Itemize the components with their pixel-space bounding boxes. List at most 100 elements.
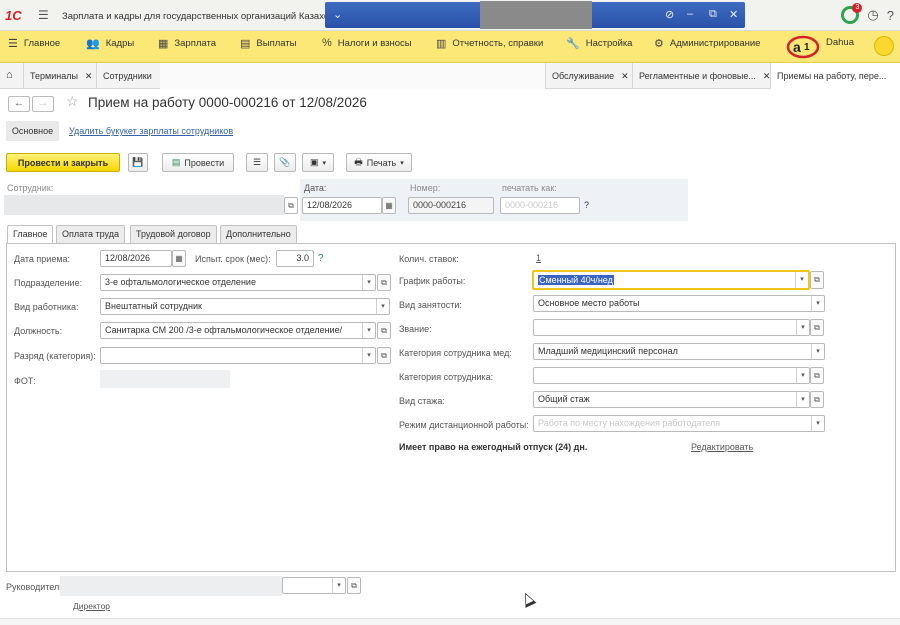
open-schedule-button[interactable]: ⧉: [810, 271, 824, 289]
restore-icon[interactable]: ⧉: [709, 8, 717, 21]
probation-value: 3.0: [296, 253, 309, 263]
chevron-down-icon[interactable]: ▾: [332, 578, 345, 593]
menu-item-salary[interactable]: ▦ Зарплата: [158, 37, 216, 50]
section-main[interactable]: Основное: [6, 121, 59, 141]
print-as-field[interactable]: 0000-000216: [500, 197, 580, 214]
tab-maintenance[interactable]: Обслуживание ✕: [545, 63, 632, 89]
chevron-down-icon[interactable]: ▾: [362, 323, 375, 338]
chevron-down-icon[interactable]: ▾: [811, 296, 824, 311]
tab-hirings[interactable]: Приемы на работу, пере...: [770, 63, 900, 89]
employee-field[interactable]: [4, 195, 284, 215]
link-icon[interactable]: ⊘: [665, 8, 674, 21]
close-icon[interactable]: ✕: [729, 8, 738, 21]
save-button[interactable]: 💾: [128, 153, 148, 172]
save-icon: 💾: [132, 157, 144, 167]
menu-item-admin[interactable]: ⚙ Администрирование: [654, 37, 760, 50]
manager-field[interactable]: ▾: [282, 577, 346, 594]
chevron-down-icon[interactable]: ▾: [362, 348, 375, 363]
minimize-icon[interactable]: –: [687, 8, 693, 20]
button-label: Провести и закрыть: [17, 157, 109, 168]
home-icon[interactable]: ⌂: [6, 69, 13, 81]
position-field[interactable]: Санитарка СМ 200 /3-е офтальмологическое…: [100, 322, 376, 339]
date-field[interactable]: 12/08/2026: [302, 197, 382, 214]
menu-item-payments[interactable]: ▤ Выплаты: [240, 37, 297, 50]
chevron-down-icon[interactable]: ▾: [795, 272, 808, 288]
open-seniority-button[interactable]: ⧉: [810, 391, 824, 408]
delete-bookmark-link[interactable]: Удалить букукет зарплаты сотрудников: [69, 126, 233, 136]
tab-label: Приемы на работу, пере...: [777, 71, 887, 81]
vacation-note: Имеет право на ежегодный отпуск (24) дн.: [399, 442, 588, 452]
avatar[interactable]: [874, 36, 894, 56]
tab-main[interactable]: Главное: [7, 225, 54, 244]
chevron-down-icon[interactable]: ▾: [376, 299, 389, 314]
favorite-star-icon[interactable]: ☆: [66, 93, 79, 110]
help-icon[interactable]: ?: [887, 8, 894, 23]
chevron-down-icon[interactable]: ▾: [796, 368, 809, 383]
calendar-icon[interactable]: ▦: [382, 197, 396, 214]
number-field[interactable]: 0000-000216: [408, 197, 494, 214]
close-icon[interactable]: ✕: [621, 71, 629, 82]
chevron-down-icon[interactable]: ▾: [362, 275, 375, 290]
remote-mode-field[interactable]: Работа по месту нахождения работодателя …: [533, 415, 825, 432]
employee-type-field[interactable]: Внештатный сотрудник ▾: [100, 298, 390, 315]
menu-item-hr[interactable]: 👥 Кадры: [86, 37, 134, 50]
category-field[interactable]: ▾: [533, 367, 810, 384]
forward-button[interactable]: →: [32, 96, 54, 112]
med-category-field[interactable]: Младший медицинский персонал ▾: [533, 343, 825, 360]
chevron-down-icon[interactable]: ▾: [811, 344, 824, 359]
edit-vacation-link[interactable]: Редактировать: [691, 442, 753, 452]
rank-field[interactable]: ▾: [533, 319, 810, 336]
hire-date-field[interactable]: 12/08/2026: [100, 250, 172, 267]
close-icon[interactable]: ✕: [85, 71, 93, 82]
list-button[interactable]: ☰: [246, 153, 268, 172]
print-button[interactable]: 🖶 Печать ▾: [346, 153, 412, 172]
help-icon[interactable]: ?: [584, 200, 589, 210]
menu-item-main[interactable]: ☰ Главное: [8, 37, 60, 50]
notifications-icon[interactable]: 3: [841, 3, 863, 24]
post-button[interactable]: ▤ Провести: [162, 153, 234, 172]
open-grade-button[interactable]: ⧉: [377, 347, 391, 364]
attach-button[interactable]: 📎: [274, 153, 296, 172]
hamburger-icon[interactable]: ☰: [38, 8, 49, 22]
user-name[interactable]: Dahua: [826, 37, 854, 48]
schedule-field[interactable]: Сменный 40ч/нед ▾: [532, 270, 810, 290]
manager-position-link[interactable]: Директор: [73, 601, 110, 611]
position-label: Должность:: [14, 326, 63, 336]
help-icon[interactable]: ?: [318, 253, 324, 264]
calendar-icon[interactable]: ▦: [172, 250, 186, 267]
chevron-down-icon[interactable]: ⌄: [333, 8, 342, 21]
chevron-down-icon[interactable]: ▾: [796, 320, 809, 335]
open-manager-button[interactable]: ⧉: [347, 577, 361, 594]
open-position-button[interactable]: ⧉: [377, 322, 391, 339]
tab-pay[interactable]: Оплата труда: [56, 225, 125, 243]
open-department-button[interactable]: ⧉: [377, 274, 391, 291]
employment-type-field[interactable]: Основное место работы ▾: [533, 295, 825, 312]
post-and-close-button[interactable]: Провести и закрыть: [6, 153, 120, 172]
tab-contract[interactable]: Трудовой договор: [130, 225, 217, 243]
chevron-down-icon[interactable]: ▾: [811, 416, 824, 431]
tab-scheduled-jobs[interactable]: Регламентные и фоновые... ✕: [632, 63, 770, 89]
app-logo[interactable]: 1С: [5, 8, 22, 23]
open-employee-button[interactable]: ⧉: [284, 197, 298, 214]
rates-link[interactable]: 1: [536, 253, 541, 263]
department-field[interactable]: 3-е офтальмологическое отделение ▾: [100, 274, 376, 291]
history-icon[interactable]: ◷: [867, 7, 878, 23]
menu-item-taxes[interactable]: % Налоги и взносы: [322, 37, 412, 49]
open-rank-button[interactable]: ⧉: [810, 319, 824, 336]
open-category-button[interactable]: ⧉: [810, 367, 824, 384]
grade-field[interactable]: ▾: [100, 347, 376, 364]
chevron-down-icon: ▾: [322, 159, 327, 167]
probation-field[interactable]: 3.0: [276, 250, 314, 267]
back-button[interactable]: ←: [8, 96, 30, 112]
tab-terminals[interactable]: Терминалы ✕: [23, 63, 96, 89]
menu-item-reports[interactable]: ▥ Отчетность, справки: [436, 37, 543, 50]
menu-item-settings[interactable]: 🔧 Настройка: [566, 37, 632, 50]
close-icon[interactable]: ✕: [763, 71, 770, 82]
manager-label: Руководитель:: [6, 582, 67, 592]
tab-employees[interactable]: Сотрудники: [96, 63, 166, 89]
tab-additional[interactable]: Дополнительно: [220, 225, 297, 243]
create-based-button[interactable]: ▣ ▾: [302, 153, 334, 172]
seniority-type-field[interactable]: Общий стаж ▾: [533, 391, 810, 408]
chevron-down-icon[interactable]: ▾: [796, 392, 809, 407]
category-label: Категория сотрудника:: [399, 372, 494, 382]
